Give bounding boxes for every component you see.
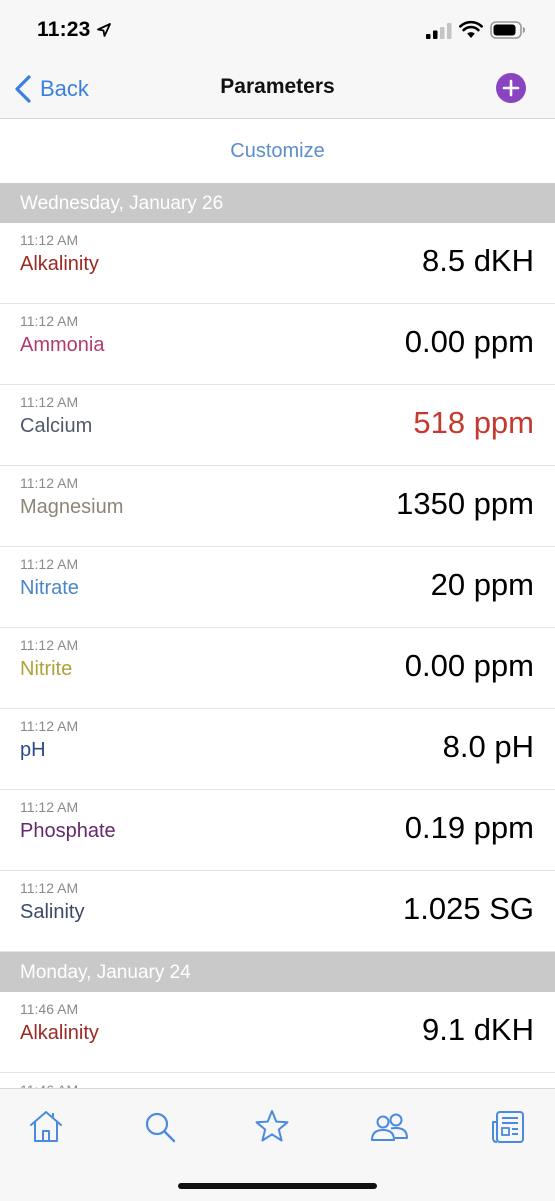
parameter-value: 20 ppm bbox=[430, 567, 534, 602]
parameter-name: Phosphate bbox=[20, 820, 116, 842]
parameter-value: 518 ppm bbox=[413, 405, 534, 440]
entry-time: 11:12 AM bbox=[20, 556, 79, 572]
parameter-row[interactable]: 11:12 AM pH 8.0 pH bbox=[0, 709, 555, 790]
entry-time: 11:46 AM bbox=[20, 1001, 79, 1017]
battery-icon bbox=[490, 21, 526, 39]
parameter-name: Alkalinity bbox=[20, 253, 99, 275]
entry-time: 11:12 AM bbox=[20, 880, 79, 896]
search-icon bbox=[145, 1112, 176, 1143]
wifi-icon bbox=[459, 20, 483, 38]
entry-time: 11:12 AM bbox=[20, 394, 79, 410]
entry-time: 11:12 AM bbox=[20, 313, 79, 329]
parameter-row[interactable]: 11:12 AM Salinity 1.025 SG bbox=[0, 871, 555, 952]
add-button[interactable] bbox=[496, 73, 526, 103]
parameter-name: Salinity bbox=[20, 901, 85, 923]
parameter-row[interactable]: 11:12 AM Phosphate 0.19 ppm bbox=[0, 790, 555, 871]
parameter-name: Ammonia bbox=[20, 334, 105, 356]
location-arrow-icon bbox=[97, 23, 111, 37]
status-time: 11:23 bbox=[37, 18, 91, 41]
entry-time: 11:12 AM bbox=[20, 718, 79, 734]
parameter-name: Nitrate bbox=[20, 577, 79, 599]
parameter-row[interactable]: 11:12 AM Magnesium 1350 ppm bbox=[0, 466, 555, 547]
entry-time: 11:12 AM bbox=[20, 637, 79, 653]
parameter-name: Magnesium bbox=[20, 496, 124, 518]
home-indicator bbox=[178, 1183, 377, 1189]
entry-time: 11:12 AM bbox=[20, 232, 79, 248]
status-bar: 11:23 bbox=[0, 0, 555, 62]
parameter-value: 0.00 ppm bbox=[404, 648, 534, 683]
customize-row: Customize bbox=[0, 119, 555, 183]
parameter-value: 1350 ppm bbox=[396, 486, 534, 521]
tab-search[interactable] bbox=[140, 1107, 180, 1147]
parameter-value: 9.1 dKH bbox=[421, 1012, 534, 1047]
tab-favorites[interactable] bbox=[252, 1107, 292, 1147]
entry-time: 11:12 AM bbox=[20, 799, 79, 815]
star-icon bbox=[255, 1110, 289, 1142]
parameter-value: 0.19 ppm bbox=[404, 810, 534, 845]
tab-community[interactable] bbox=[369, 1107, 409, 1147]
parameter-name: Nitrite bbox=[20, 658, 73, 680]
parameter-row[interactable]: 11:46 AM Alkalinity 9.1 dKH bbox=[0, 992, 555, 1073]
parameter-value: 8.5 dKH bbox=[421, 243, 534, 278]
section-header: Wednesday, January 26 bbox=[0, 183, 555, 223]
parameter-name: Calcium bbox=[20, 415, 93, 437]
plus-icon bbox=[502, 79, 520, 97]
parameter-row[interactable]: 11:12 AM Ammonia 0.00 ppm bbox=[0, 304, 555, 385]
newspaper-icon bbox=[492, 1111, 524, 1143]
people-icon bbox=[371, 1113, 408, 1141]
parameter-name: Alkalinity bbox=[20, 1022, 99, 1044]
tab-home[interactable] bbox=[26, 1107, 66, 1147]
parameter-name: pH bbox=[20, 739, 46, 761]
parameter-list[interactable]: Wednesday, January 26 11:12 AM Alkalinity 8… bbox=[0, 183, 555, 1088]
cellular-signal-icon bbox=[426, 23, 452, 39]
entry-time: 11:12 AM bbox=[20, 475, 79, 491]
customize-button[interactable]: Customize bbox=[230, 140, 324, 163]
parameter-row[interactable]: 11:12 AM Alkalinity 8.5 dKH bbox=[0, 223, 555, 304]
section-header: Monday, January 24 bbox=[0, 952, 555, 992]
parameter-row[interactable]: 11:12 AM Nitrate 20 ppm bbox=[0, 547, 555, 628]
parameter-row[interactable]: 11:12 AM Nitrite 0.00 ppm bbox=[0, 628, 555, 709]
parameter-value: 1.025 SG bbox=[403, 891, 534, 926]
tab-news[interactable] bbox=[488, 1107, 528, 1147]
parameter-value: 0.00 ppm bbox=[404, 324, 534, 359]
parameter-row[interactable]: 11:46 AM bbox=[0, 1073, 555, 1088]
parameter-value: 8.0 pH bbox=[442, 729, 534, 764]
parameter-row[interactable]: 11:12 AM Calcium 518 ppm bbox=[0, 385, 555, 466]
navigation-bar: Back Parameters bbox=[0, 62, 555, 119]
home-icon bbox=[30, 1111, 62, 1142]
page-title: Parameters bbox=[220, 75, 335, 98]
